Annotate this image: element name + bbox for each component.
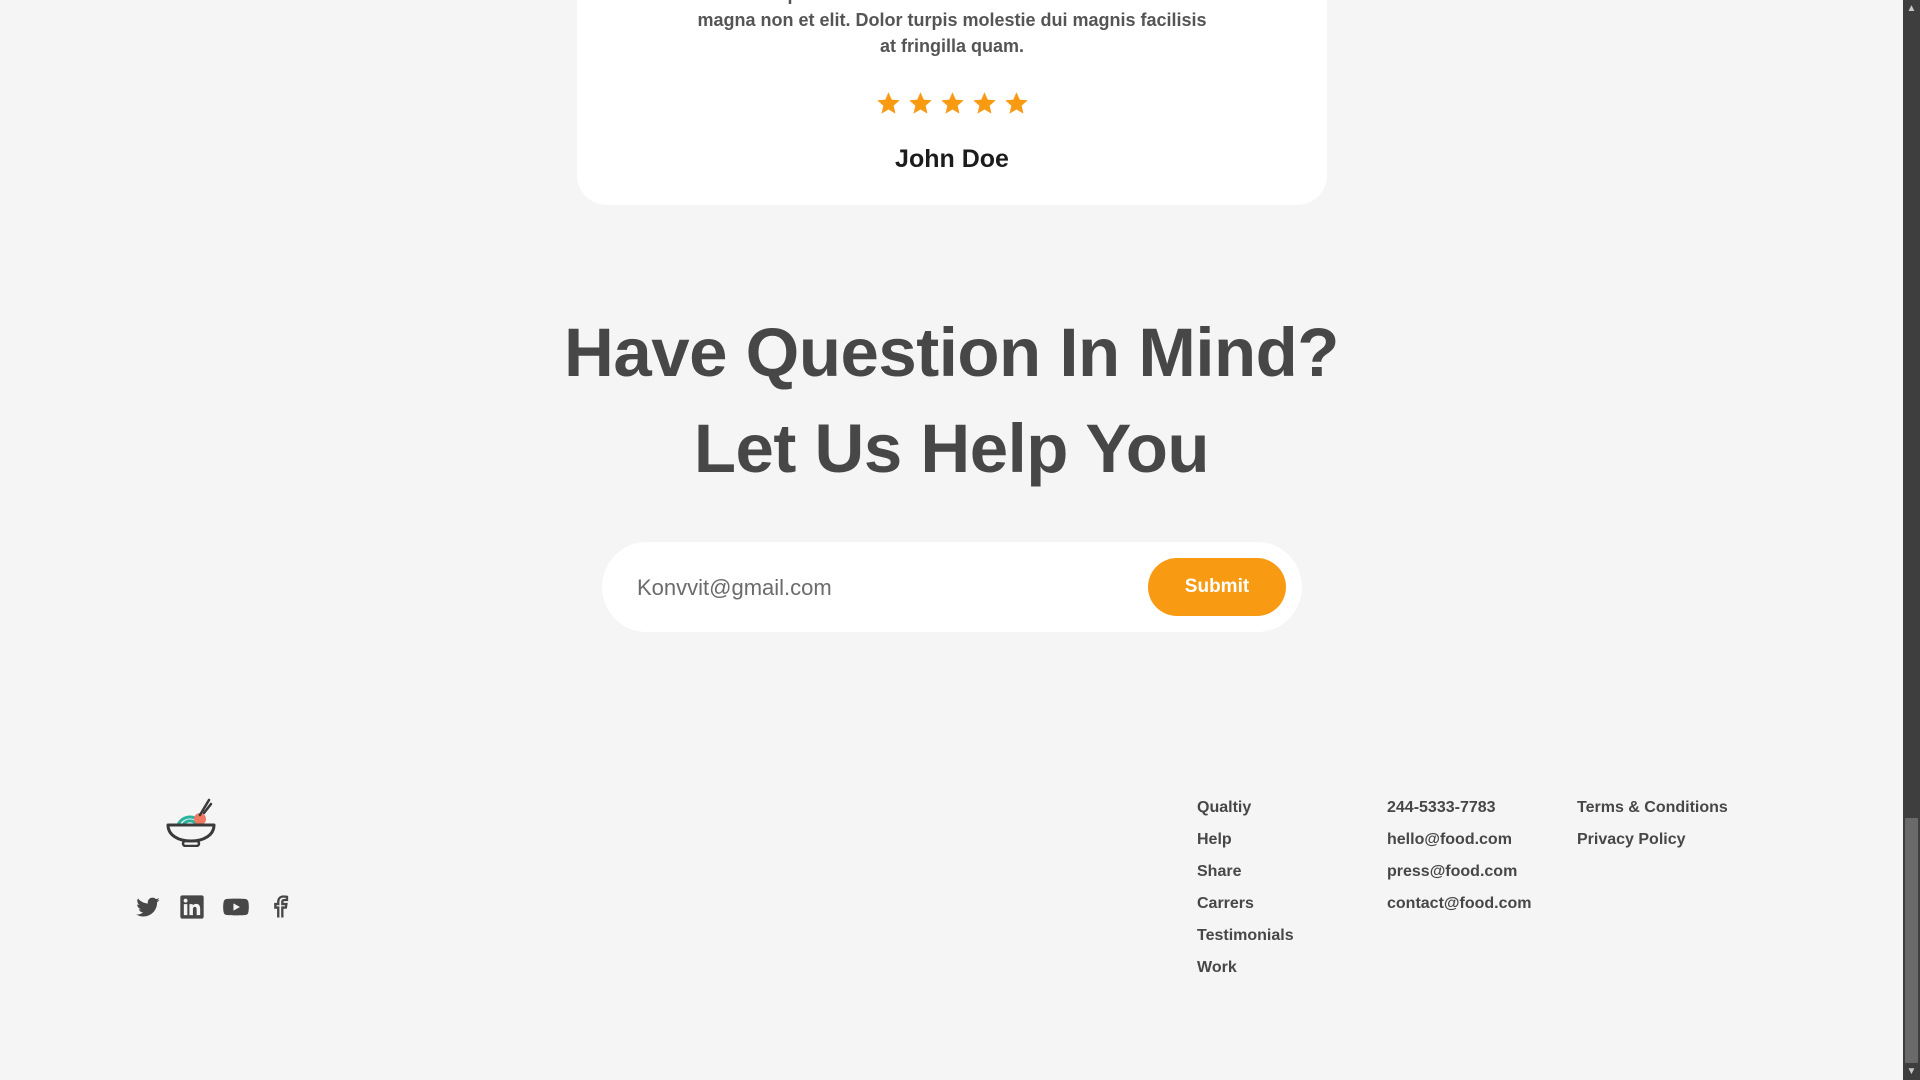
footer-links-column: Qualtiy Help Share Carrers Testimonials … — [1197, 795, 1294, 987]
page-scrollbar[interactable]: ▲ ▼ — [1903, 0, 1920, 1080]
footer-email-contact[interactable]: contact@food.com — [1387, 891, 1532, 923]
food-bowl-logo-icon[interactable] — [164, 795, 218, 848]
footer-link-careers[interactable]: Carrers — [1197, 891, 1294, 923]
footer-email-press[interactable]: press@food.com — [1387, 859, 1532, 891]
linkedin-icon[interactable] — [178, 893, 206, 921]
facebook-icon[interactable] — [266, 893, 294, 921]
scroll-down-arrow-icon[interactable]: ▼ — [1903, 1063, 1920, 1080]
submit-button[interactable]: Submit — [1148, 558, 1286, 616]
footer-legal-column: Terms & Conditions Privacy Policy — [1577, 795, 1728, 859]
testimonial-quote: Lorem ipsum dolor sit amet consectetur. … — [697, 0, 1207, 56]
footer-link-terms[interactable]: Terms & Conditions — [1577, 795, 1728, 827]
star-icon — [875, 90, 902, 117]
footer-email-hello[interactable]: hello@food.com — [1387, 827, 1532, 859]
reviewer-name: John Doe — [895, 145, 1009, 173]
footer-link-share[interactable]: Share — [1197, 859, 1294, 891]
newsletter-form: Submit — [602, 542, 1302, 632]
scroll-up-arrow-icon[interactable]: ▲ — [1903, 0, 1920, 17]
footer-link-testimonials[interactable]: Testimonials — [1197, 923, 1294, 955]
cta-heading: Have Question In Mind? Let Us Help You — [0, 305, 1903, 497]
footer-phone[interactable]: 244-5333-7783 — [1387, 795, 1532, 827]
rating-stars — [577, 90, 1327, 117]
footer-link-quality[interactable]: Qualtiy — [1197, 795, 1294, 827]
star-icon — [1003, 90, 1030, 117]
email-input[interactable] — [635, 562, 1139, 614]
youtube-icon[interactable] — [222, 893, 250, 921]
star-icon — [971, 90, 998, 117]
footer-link-help[interactable]: Help — [1197, 827, 1294, 859]
footer-link-work[interactable]: Work — [1197, 955, 1294, 987]
star-icon — [939, 90, 966, 117]
cta-heading-line1: Have Question In Mind? — [564, 314, 1339, 391]
scrollbar-thumb[interactable] — [1905, 818, 1918, 1063]
testimonial-card: Lorem ipsum dolor sit amet consectetur. … — [577, 0, 1327, 205]
twitter-icon[interactable] — [134, 893, 162, 921]
star-icon — [907, 90, 934, 117]
footer-link-privacy[interactable]: Privacy Policy — [1577, 827, 1728, 859]
footer-contact-column: 244-5333-7783 hello@food.com press@food.… — [1387, 795, 1532, 923]
cta-heading-line2: Let Us Help You — [693, 410, 1210, 487]
